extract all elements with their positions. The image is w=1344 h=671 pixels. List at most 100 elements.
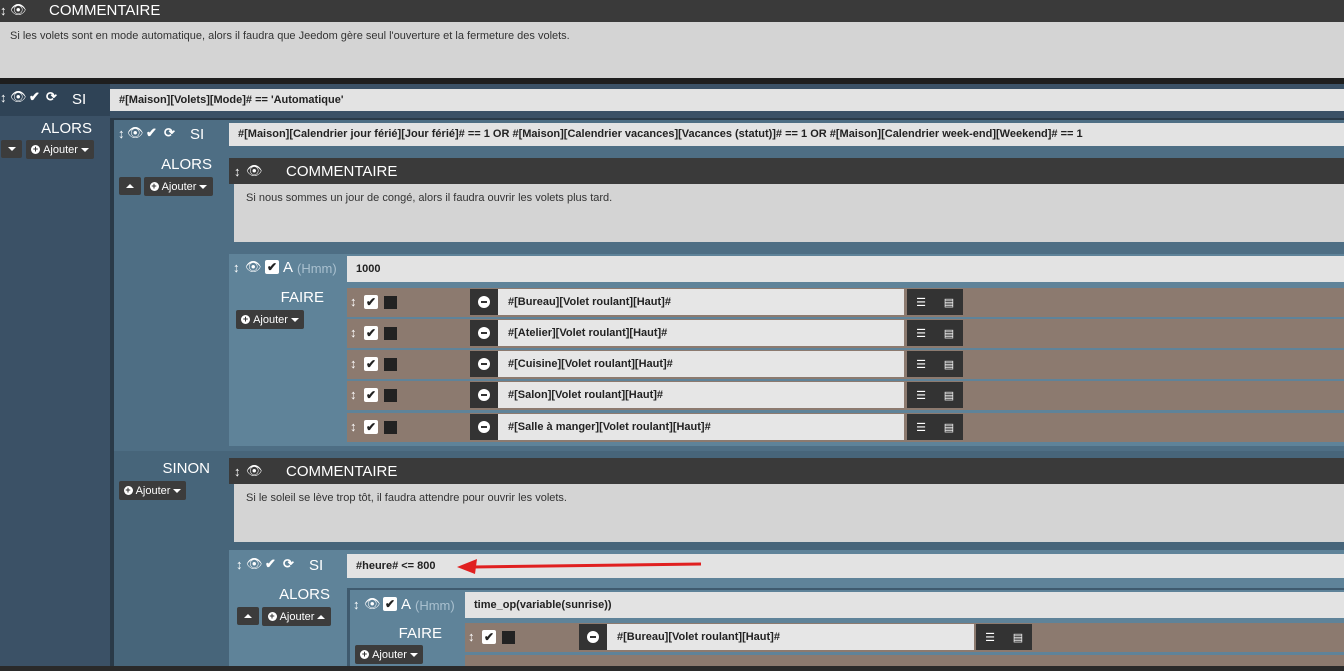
a-hint: (Hmm) [297,261,337,276]
si2-condition-input[interactable]: #[Maison][Calendrier jour férié][Jour fé… [229,123,1344,146]
move-icon[interactable]: ↕ [468,629,475,644]
enable-checkbox[interactable]: ✔ [482,630,496,644]
refresh-icon[interactable]: ⟳ [283,556,294,572]
caret-up-icon [244,614,252,618]
minus-circle-icon [587,631,599,643]
enable-checkbox[interactable]: ✔ [364,326,378,340]
check-icon[interactable]: ✔ [29,89,40,105]
collapse-button[interactable] [237,607,259,625]
enable-checkbox[interactable]: ✔ [364,388,378,402]
comment-title: COMMENTAIRE [286,463,398,480]
eye-icon[interactable]: 👁 [246,463,263,479]
action-command-input[interactable]: #[Cuisine][Volet roulant][Haut]# [498,351,904,377]
top-comment-body[interactable]: Si les volets sont en mode automatique, … [0,22,1344,78]
enable-checkbox[interactable]: ✔ [364,295,378,309]
faire-ajouter-button[interactable]: + Ajouter [355,645,423,664]
eye-icon[interactable]: 👁 [245,259,262,275]
remove-action-button[interactable] [470,289,498,315]
si3-a-value-input[interactable]: time_op(variable(sunrise)) [465,592,1344,618]
faire-ajouter-button[interactable]: + Ajouter [236,310,304,329]
refresh-icon[interactable]: ⟳ [46,89,57,105]
list-options-icon[interactable]: ☰ [907,351,935,377]
action-row: ↕ ✔ #[Bureau][Volet roulant][Haut]# ☰ ▤ [465,623,1344,652]
plus-circle-icon: + [360,649,370,659]
remove-action-button[interactable] [470,382,498,408]
caret-down-icon [199,184,208,189]
top-comment-header: ↕ 👁 COMMENTAIRE [0,0,1344,22]
move-icon[interactable]: ↕ [0,3,7,18]
action-command-input[interactable]: #[Bureau][Volet roulant][Haut]# [607,624,974,650]
background-checkbox[interactable] [384,421,397,434]
move-icon[interactable]: ↕ [234,464,241,479]
remove-action-button[interactable] [470,351,498,377]
action-command-input[interactable]: #[Salon][Volet roulant][Haut]# [498,382,904,408]
si-keyword: SI [309,557,324,574]
list-options-icon[interactable]: ☰ [907,289,935,315]
check-icon[interactable]: ✔ [146,125,157,141]
a-label: A [401,596,412,613]
move-icon[interactable]: ↕ [350,356,357,371]
action-command-input[interactable]: #[Salle à manger][Volet roulant][Haut]# [498,414,904,440]
si2-a-value-input[interactable]: 1000 [347,256,1344,282]
move-icon[interactable]: ↕ [350,325,357,340]
refresh-icon[interactable]: ⟳ [164,125,175,141]
si-keyword: SI [190,126,205,143]
caret-down-icon [290,317,299,322]
background-checkbox[interactable] [502,631,515,644]
sinon-comment-header: ↕ 👁 COMMENTAIRE [229,458,1344,484]
collapse-button[interactable] [1,140,22,158]
list-icon[interactable]: ▤ [1004,624,1032,650]
list-options-icon[interactable]: ☰ [907,382,935,408]
list-icon[interactable]: ▤ [935,289,963,315]
eye-icon[interactable]: 👁 [127,125,144,141]
action-command-input[interactable]: #[Bureau][Volet roulant][Haut]# [498,289,904,315]
eye-icon[interactable]: 👁 [246,163,263,179]
list-icon[interactable]: ▤ [935,351,963,377]
eye-icon[interactable]: 👁 [10,89,27,105]
collapse-button[interactable] [119,177,141,195]
sinon-ajouter-button[interactable]: + Ajouter [119,481,186,500]
list-icon[interactable]: ▤ [935,414,963,440]
si1-ajouter-button[interactable]: + Ajouter [26,140,94,159]
move-icon[interactable]: ↕ [234,164,241,179]
enable-checkbox[interactable]: ✔ [364,357,378,371]
background-checkbox[interactable] [384,327,397,340]
check-icon[interactable]: ✔ [265,260,279,274]
si2-ajouter-button[interactable]: + Ajouter [144,177,213,196]
move-icon[interactable]: ↕ [233,260,240,275]
si2-comment-body[interactable]: Si nous sommes un jour de congé, alors i… [234,184,1344,242]
sinon-comment-body[interactable]: Si le soleil se lève trop tôt, il faudra… [234,484,1344,542]
action-command-input[interactable]: #[Atelier][Volet roulant][Haut]# [498,320,904,346]
background-checkbox[interactable] [384,358,397,371]
check-icon[interactable]: ✔ [383,597,397,611]
list-icon[interactable]: ▤ [935,320,963,346]
move-icon[interactable]: ↕ [350,294,357,309]
check-icon[interactable]: ✔ [265,556,276,572]
remove-action-button[interactable] [579,624,607,650]
caret-down-icon [173,488,182,493]
background-checkbox[interactable] [384,296,397,309]
list-options-icon[interactable]: ☰ [976,624,1004,650]
comment-text: Si nous sommes un jour de congé, alors i… [246,192,613,204]
eye-icon[interactable]: 👁 [364,596,381,612]
list-options-icon[interactable]: ☰ [907,414,935,440]
comment-title: COMMENTAIRE [49,2,161,19]
eye-icon[interactable]: 👁 [246,556,263,572]
background-checkbox[interactable] [384,389,397,402]
plus-circle-icon: + [267,611,277,621]
move-icon[interactable]: ↕ [0,90,7,105]
move-icon[interactable]: ↕ [236,557,243,572]
remove-action-button[interactable] [470,414,498,440]
move-icon[interactable]: ↕ [353,597,360,612]
alors-label: ALORS [41,120,92,137]
remove-action-button[interactable] [470,320,498,346]
move-icon[interactable]: ↕ [350,387,357,402]
move-icon[interactable]: ↕ [118,126,125,141]
si1-condition-input[interactable]: #[Maison][Volets][Mode]# == 'Automatique… [110,89,1344,111]
list-options-icon[interactable]: ☰ [907,320,935,346]
move-icon[interactable]: ↕ [350,419,357,434]
si3-ajouter-button[interactable]: + Ajouter [262,607,331,626]
enable-checkbox[interactable]: ✔ [364,420,378,434]
list-icon[interactable]: ▤ [935,382,963,408]
eye-icon[interactable]: 👁 [10,2,27,18]
